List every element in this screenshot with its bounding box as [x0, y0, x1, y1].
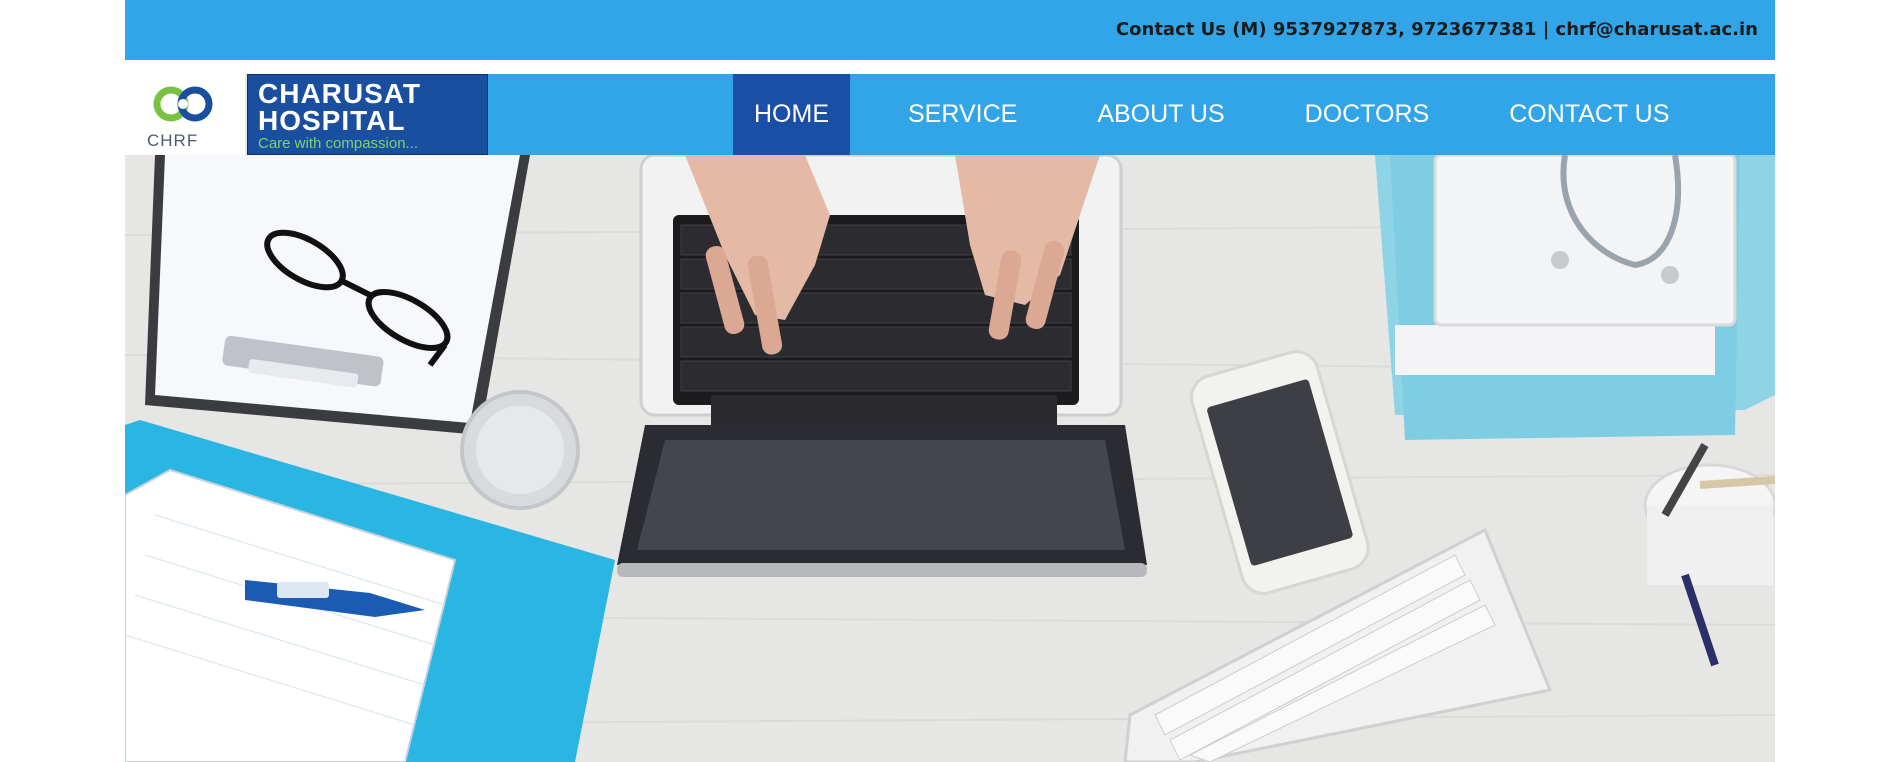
clipboard-icon: [145, 155, 530, 435]
nav-home[interactable]: HOME: [733, 74, 850, 155]
chrf-logo-mark: CHRF: [125, 74, 247, 155]
top-contact-bar: Contact Us (M) 9537927873, 9723677381 | …: [125, 0, 1775, 60]
hero-image: [125, 155, 1775, 762]
chrf-emblem-icon: [153, 86, 213, 122]
site-logo[interactable]: CHRF CHARUSAT HOSPITAL Care with compass…: [125, 74, 488, 155]
nav-doctors[interactable]: DOCTORS: [1283, 74, 1452, 155]
contact-info: Contact Us (M) 9537927873, 9723677381 | …: [1115, 19, 1758, 40]
hero-banner: [125, 155, 1775, 762]
brand-block: CHARUSAT HOSPITAL Care with compassion..…: [247, 74, 488, 155]
nav-menu: HOME SERVICE ABOUT US DOCTORS CONTACT US: [733, 74, 1727, 155]
brand-name-line2: HOSPITAL: [258, 105, 406, 136]
nav-about-us[interactable]: ABOUT US: [1075, 74, 1246, 155]
brand-tagline: Care with compassion...: [258, 135, 419, 152]
water-glass-icon: [460, 390, 580, 510]
chrf-text: CHRF: [147, 131, 199, 150]
stethoscope-icon: [1375, 155, 1775, 440]
nav-contact-us[interactable]: CONTACT US: [1487, 74, 1691, 155]
nav-service[interactable]: SERVICE: [886, 74, 1039, 155]
main-navbar: CHRF CHARUSAT HOSPITAL Care with compass…: [125, 74, 1775, 155]
